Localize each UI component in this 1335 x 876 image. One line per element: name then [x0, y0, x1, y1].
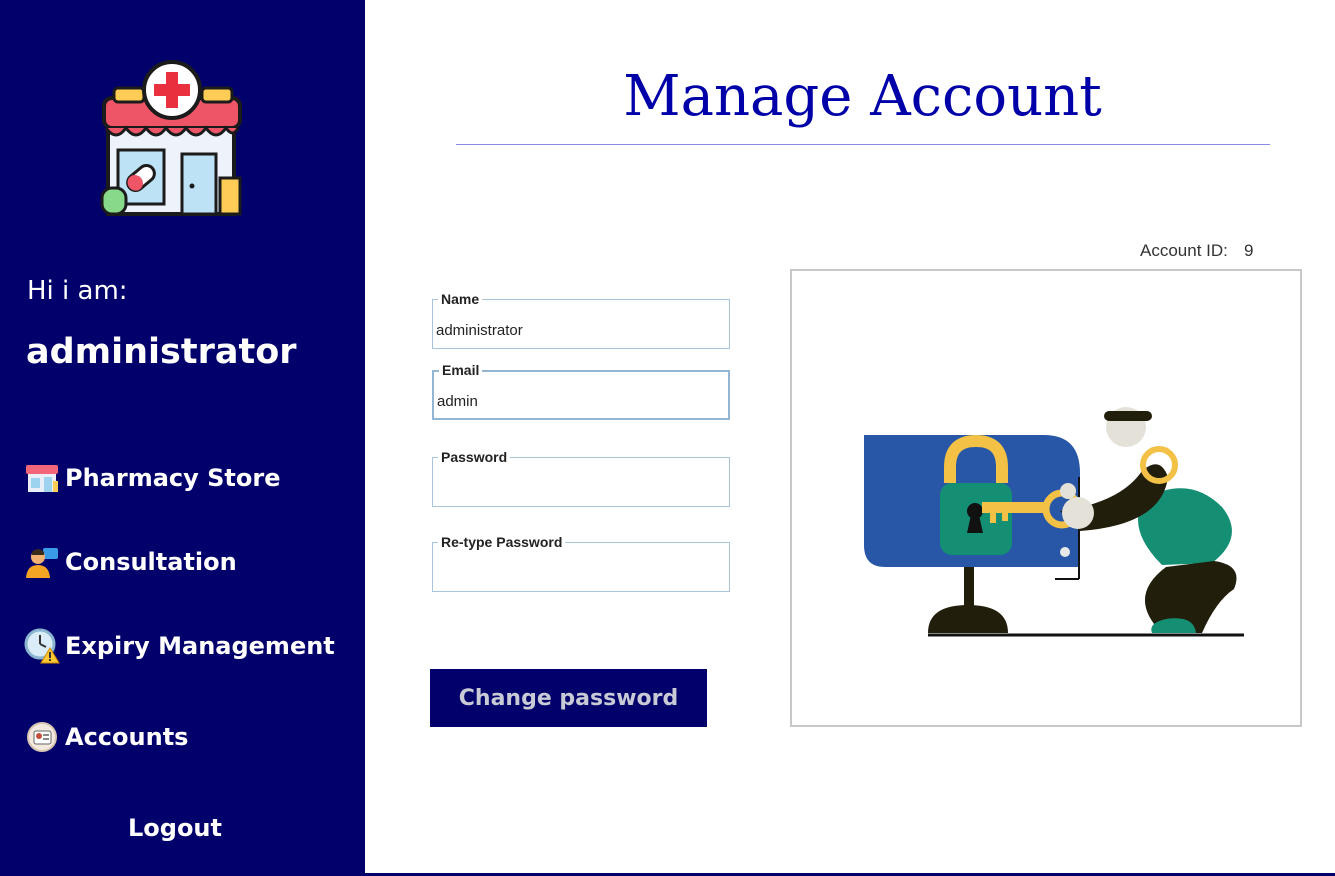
- email-field[interactable]: Email: [432, 362, 730, 420]
- nav-expiry-management-label: Expiry Management: [65, 632, 335, 660]
- retype-password-field-label: Re-type Password: [438, 534, 566, 550]
- password-input[interactable]: [436, 480, 721, 497]
- retype-password-input[interactable]: [436, 565, 721, 582]
- greeting-label: Hi i am:: [27, 276, 128, 306]
- logout-button[interactable]: Logout: [0, 814, 350, 842]
- name-field[interactable]: Name: [432, 291, 730, 349]
- account-id-value: 9: [1244, 241, 1254, 260]
- nav-pharmacy-store-label: Pharmacy Store: [65, 464, 281, 492]
- pharmacy-store-icon: [24, 460, 60, 496]
- retype-password-field[interactable]: Re-type Password: [432, 534, 730, 592]
- nav-consultation[interactable]: Consultation: [24, 544, 237, 580]
- expiry-clock-icon: [24, 628, 60, 664]
- name-input[interactable]: [436, 322, 721, 339]
- page-title: Manage Account: [623, 64, 1102, 129]
- nav-accounts-label: Accounts: [65, 723, 189, 751]
- consultation-icon: [24, 544, 60, 580]
- change-password-button[interactable]: Change password: [430, 669, 707, 727]
- account-id-label: Account ID:: [1140, 241, 1228, 260]
- pharmacy-logo-icon: [96, 58, 248, 220]
- email-input[interactable]: [437, 393, 722, 410]
- password-field[interactable]: Password: [432, 449, 730, 507]
- sidebar: Hi i am: administrator Pharmacy Store Co…: [0, 0, 365, 876]
- nav-accounts[interactable]: Accounts: [24, 719, 188, 755]
- email-field-label: Email: [439, 362, 483, 378]
- title-divider: [456, 144, 1270, 145]
- password-field-label: Password: [438, 449, 511, 465]
- lock-and-key-illustration: [790, 269, 1302, 727]
- nav-expiry-management[interactable]: Expiry Management: [24, 628, 335, 664]
- name-field-label: Name: [438, 291, 483, 307]
- nav-pharmacy-store[interactable]: Pharmacy Store: [24, 460, 281, 496]
- nav-consultation-label: Consultation: [65, 548, 237, 576]
- username-label: administrator: [26, 332, 297, 372]
- accounts-icon: [24, 719, 60, 755]
